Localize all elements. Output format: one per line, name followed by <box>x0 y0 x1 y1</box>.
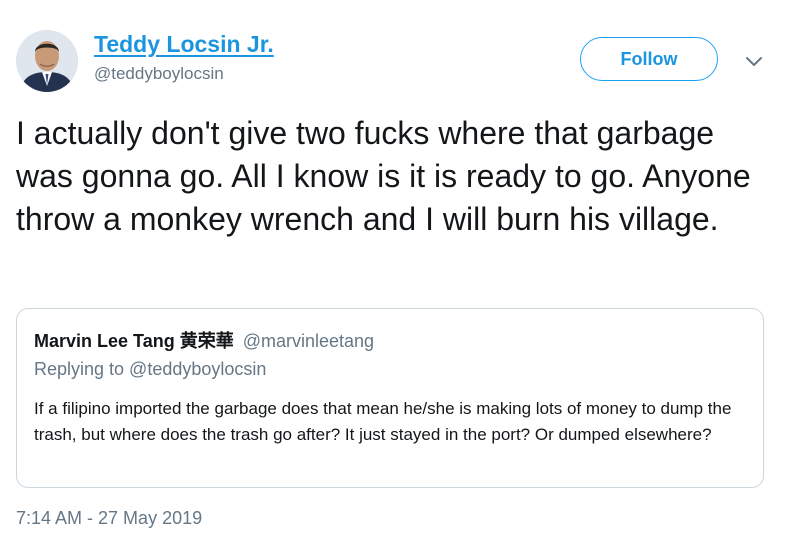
author-avatar[interactable] <box>16 30 78 92</box>
chevron-down-icon[interactable] <box>743 50 765 72</box>
quoted-author-handle: @marvinleetang <box>242 331 375 351</box>
follow-button[interactable]: Follow <box>580 37 718 81</box>
tweet-text: I actually don't give two fucks where th… <box>16 115 751 237</box>
quoted-tweet[interactable]: Marvin Lee Tang 黄荣華 @marvinleetang Reply… <box>16 308 764 488</box>
quoted-tweet-text: If a filipino imported the garbage does … <box>34 399 732 444</box>
quoted-author-name: Marvin Lee Tang 黄荣華 <box>34 331 234 351</box>
tweet-timestamp[interactable]: 7:14 AM - 27 May 2019 <box>16 508 202 529</box>
quoted-tweet-header: Marvin Lee Tang 黄荣華 @marvinleetang <box>34 327 374 353</box>
replying-to-label: Replying to @teddyboylocsin <box>34 359 267 379</box>
author-display-name[interactable]: Teddy Locsin Jr. <box>94 31 274 58</box>
author-handle[interactable]: @teddyboylocsin <box>94 64 224 84</box>
avatar-photo <box>16 30 78 92</box>
